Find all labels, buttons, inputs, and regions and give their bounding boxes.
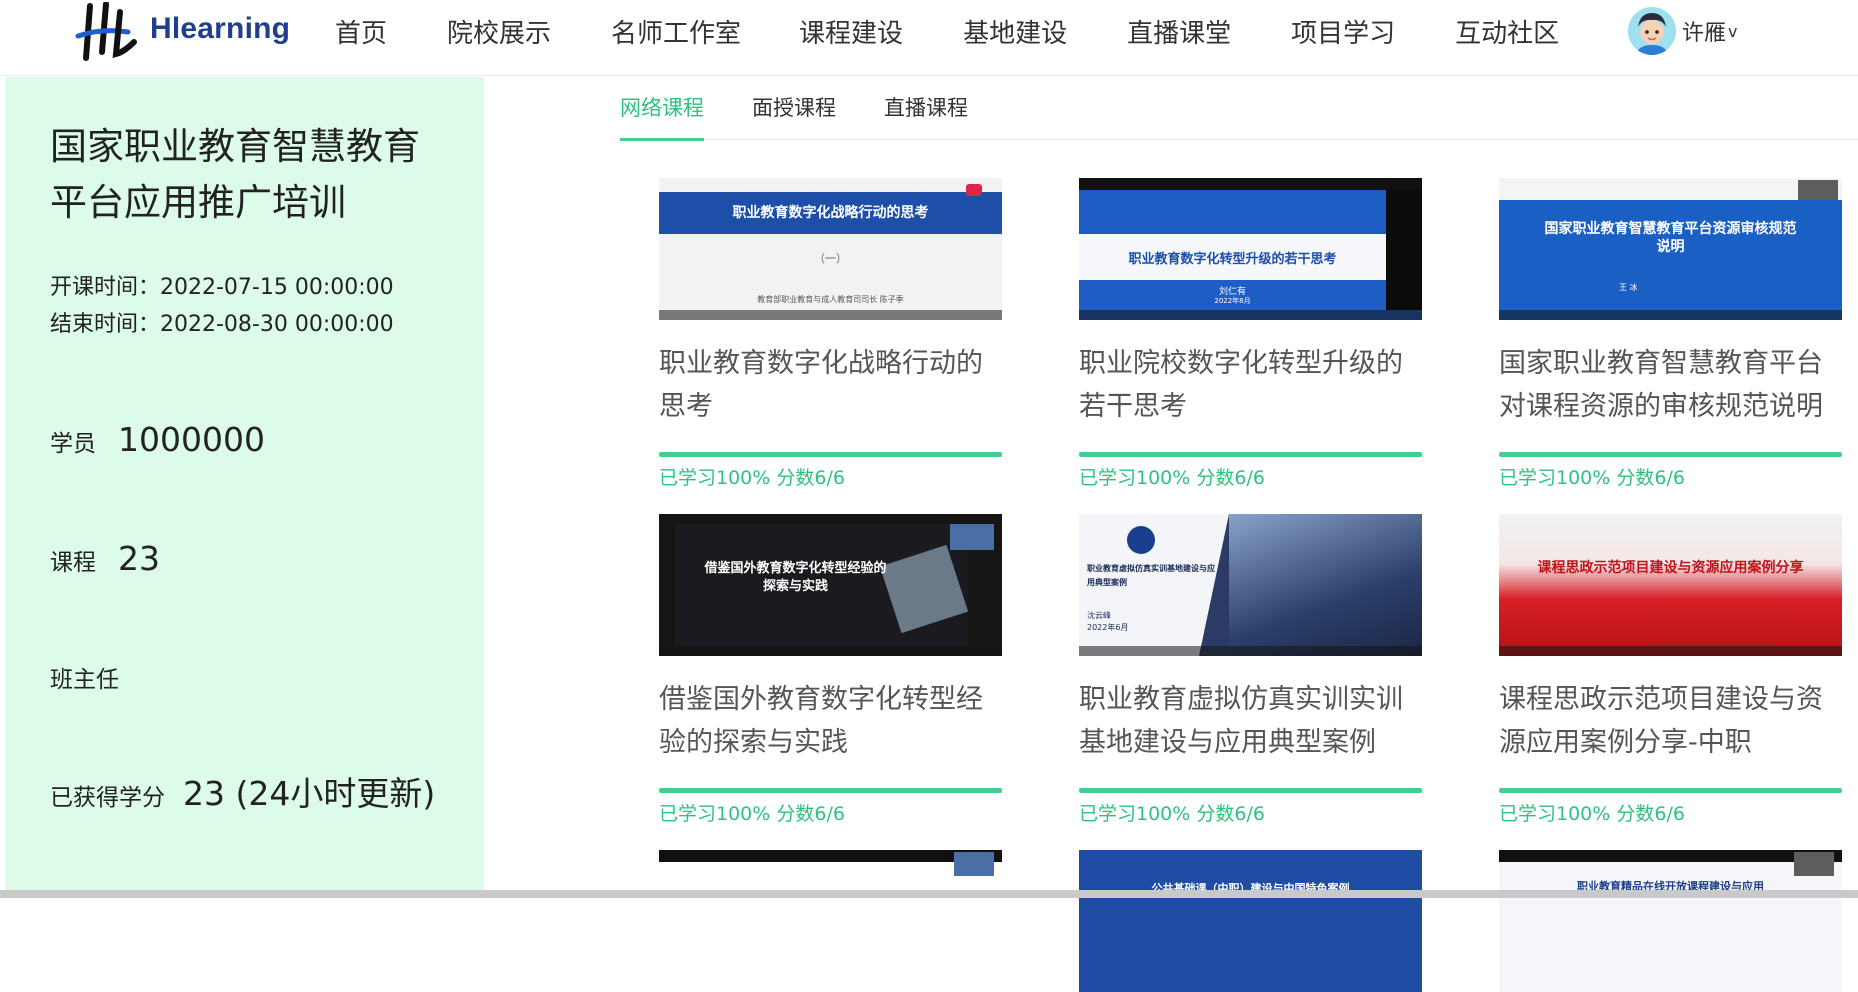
course-card[interactable]: 国家职业教育智慧教育平台资源审核规范说明 王 冰 国家职业教育智慧教育平台对课程…: [1499, 178, 1842, 490]
thumbnail-title: 借鉴国外教育数字化转型经验的探索与实践: [704, 561, 887, 594]
course-title[interactable]: 课程思政示范项目建设与资源应用案例分享-中职: [1499, 678, 1842, 764]
nav-community[interactable]: 互动社区: [1455, 13, 1559, 50]
progress-bar: [1499, 452, 1842, 457]
video-control-bar: [659, 646, 1002, 656]
course-card[interactable]: 借鉴国外教育数字化转型经验的探索与实践 借鉴国外教育数字化转型经验的探索与实践 …: [659, 514, 1002, 826]
chevron-down-icon[interactable]: v: [1728, 22, 1737, 41]
top-header: Hlearning 首页 院校展示 名师工作室 课程建设 基地建设 直播课堂 项…: [0, 0, 1858, 76]
progress-text: 已学习100% 分数6/6: [1079, 467, 1265, 489]
school-seal-icon: [1127, 526, 1155, 554]
course-thumbnail[interactable]: 职业教育数字化转型升级的若干思考 刘仁有 2022年8月: [1079, 178, 1422, 320]
video-control-bar: [1499, 310, 1842, 320]
progress-bar: [1079, 788, 1422, 793]
thumbnail-subtitle: 沈云峰: [1087, 611, 1111, 620]
progress-text: 已学习100% 分数6/6: [659, 803, 845, 825]
nav-schools[interactable]: 院校展示: [447, 13, 551, 50]
courses-value: 23: [118, 539, 160, 578]
course-thumbnail[interactable]: 借鉴国外教育数字化转型经验的探索与实践: [659, 514, 1002, 656]
avatar[interactable]: [1628, 7, 1676, 55]
course-card[interactable]: 职业教育虚拟仿真实训基地建设与应用典型案例 沈云峰 2022年6月 职业教育虚拟…: [1079, 514, 1422, 826]
credit-value: 23 (24小时更新): [183, 774, 436, 813]
nav-home[interactable]: 首页: [335, 13, 387, 50]
students-value: 1000000: [118, 420, 265, 459]
nav-teacher-studio[interactable]: 名师工作室: [611, 13, 741, 50]
progress-text: 已学习100% 分数6/6: [1499, 467, 1685, 489]
progress-text: 已学习100% 分数6/6: [659, 467, 845, 489]
thumbnail-title: 课程思政示范项目建设与资源应用案例分享: [1537, 560, 1804, 576]
credit-stat: 已获得学分 23 (24小时更新): [50, 767, 450, 827]
course-title[interactable]: 职业教育数字化战略行动的思考: [659, 342, 1002, 428]
progress-bar: [659, 452, 1002, 457]
course-title[interactable]: 借鉴国外教育数字化转型经验的探索与实践: [659, 678, 1002, 764]
user-menu[interactable]: 许雁 v: [1628, 5, 1737, 57]
courses-label: 课程: [50, 550, 96, 576]
course-thumbnail[interactable]: 职业教育虚拟仿真实训基地建设与应用典型案例 沈云峰 2022年6月: [1079, 514, 1422, 656]
thumbnail-title: 职业教育数字化转型升级的若干思考: [1128, 252, 1337, 267]
video-control-bar: [1499, 646, 1842, 656]
progress-bar: [659, 788, 1002, 793]
video-top-bar: [1499, 850, 1842, 862]
horizontal-scrollbar[interactable]: [0, 890, 1858, 898]
course-card[interactable]: 课程思政示范项目建设与资源应用案例分享 课程思政示范项目建设与资源应用案例分享-…: [1499, 514, 1842, 826]
nav-project-learning[interactable]: 项目学习: [1291, 13, 1395, 50]
avatar-icon: [1628, 7, 1676, 55]
training-info-panel: 国家职业教育智慧教育平台应用推广培训 开课时间：2022-07-15 00:00…: [5, 77, 484, 898]
credit-label: 已获得学分: [50, 785, 165, 811]
course-card[interactable]: 职业教育数字化转型升级的若干思考 刘仁有 2022年8月 职业院校数字化转型升级…: [1079, 178, 1422, 490]
students-stat: 学员 1000000: [50, 420, 265, 459]
courses-stat: 课程 23: [50, 539, 160, 578]
thumbnail-title: 职业教育数字化战略行动的思考: [732, 205, 929, 221]
thumbnail-caption: 教育部职业教育与成人教育司司长 陈子季: [757, 295, 904, 304]
teacher-label: 班主任: [50, 667, 119, 693]
tab-live-courses[interactable]: 直播课程: [884, 92, 968, 122]
live-badge-icon: [966, 184, 982, 196]
progress-text: 已学习100% 分数6/6: [1499, 803, 1685, 825]
progress-text: 已学习100% 分数6/6: [1079, 803, 1265, 825]
course-thumbnail[interactable]: 职业教育数字化战略行动的思考 （一） 教育部职业教育与成人教育司司长 陈子季: [659, 178, 1002, 320]
course-thumbnail[interactable]: 职业教育精品在线开放课程建设与应用: [1499, 850, 1842, 992]
video-top-bar: [659, 850, 1002, 862]
active-tab-indicator: [620, 138, 704, 141]
start-time: 开课时间：2022-07-15 00:00:00: [50, 275, 394, 300]
video-control-bar: [659, 310, 1002, 320]
thumbnail-subtitle: （一）: [814, 252, 847, 265]
thumbnail-title: 国家职业教育智慧教育平台资源审核规范说明: [1544, 221, 1797, 255]
thumbnail-caption: 2022年8月: [1214, 297, 1251, 305]
course-title[interactable]: 职业教育虚拟仿真实训实训基地建设与应用典型案例: [1079, 678, 1422, 764]
main-nav: 首页 院校展示 名师工作室 课程建设 基地建设 直播课堂 项目学习 互动社区: [335, 0, 1619, 62]
tab-offline-courses[interactable]: 面授课程: [752, 92, 836, 122]
course-card[interactable]: [659, 850, 1002, 992]
nav-base-building[interactable]: 基地建设: [963, 13, 1067, 50]
course-thumbnail[interactable]: 课程思政示范项目建设与资源应用案例分享: [1499, 514, 1842, 656]
thumbnail-title: 职业教育虚拟仿真实训基地建设与应用典型案例: [1087, 564, 1215, 587]
user-name[interactable]: 许雁: [1682, 15, 1726, 47]
tab-online-courses[interactable]: 网络课程: [620, 92, 704, 122]
course-card[interactable]: 职业教育精品在线开放课程建设与应用: [1499, 850, 1842, 992]
course-card[interactable]: 职业教育数字化战略行动的思考 （一） 教育部职业教育与成人教育司司长 陈子季 职…: [659, 178, 1002, 490]
training-title: 国家职业教育智慧教育平台应用推广培训: [50, 125, 420, 224]
nav-course-building[interactable]: 课程建设: [799, 13, 903, 50]
video-control-bar: [1079, 646, 1422, 656]
course-thumbnail[interactable]: 国家职业教育智慧教育平台资源审核规范说明 王 冰: [1499, 178, 1842, 320]
course-title[interactable]: 职业院校数字化转型升级的若干思考: [1079, 342, 1422, 428]
course-thumbnail[interactable]: 公共基础课（中职）建设与中国特色案例: [1079, 850, 1422, 992]
course-title[interactable]: 国家职业教育智慧教育平台对课程资源的审核规范说明: [1499, 342, 1842, 428]
nav-live-classroom[interactable]: 直播课堂: [1127, 13, 1231, 50]
video-top-bar: [1079, 178, 1422, 190]
video-control-bar: [1079, 310, 1422, 320]
progress-bar: [1499, 788, 1842, 793]
course-type-tabs: 网络课程 面授课程 直播课程: [620, 82, 1858, 141]
hl-logo-icon: [75, 2, 137, 61]
course-thumbnail[interactable]: [659, 850, 1002, 992]
thumbnail-caption: 2022年6月: [1087, 623, 1129, 632]
course-card[interactable]: 公共基础课（中职）建设与中国特色案例: [1079, 850, 1422, 992]
progress-bar: [1079, 452, 1422, 457]
hlearning-logo[interactable]: Hlearning: [72, 0, 292, 62]
thumbnail-caption: 王 冰: [1619, 283, 1638, 292]
end-time: 结束时间：2022-08-30 00:00:00: [50, 312, 394, 337]
students-label: 学员: [50, 431, 96, 457]
teacher-stat: 班主任: [50, 660, 141, 694]
logo-text: Hlearning: [150, 12, 291, 45]
